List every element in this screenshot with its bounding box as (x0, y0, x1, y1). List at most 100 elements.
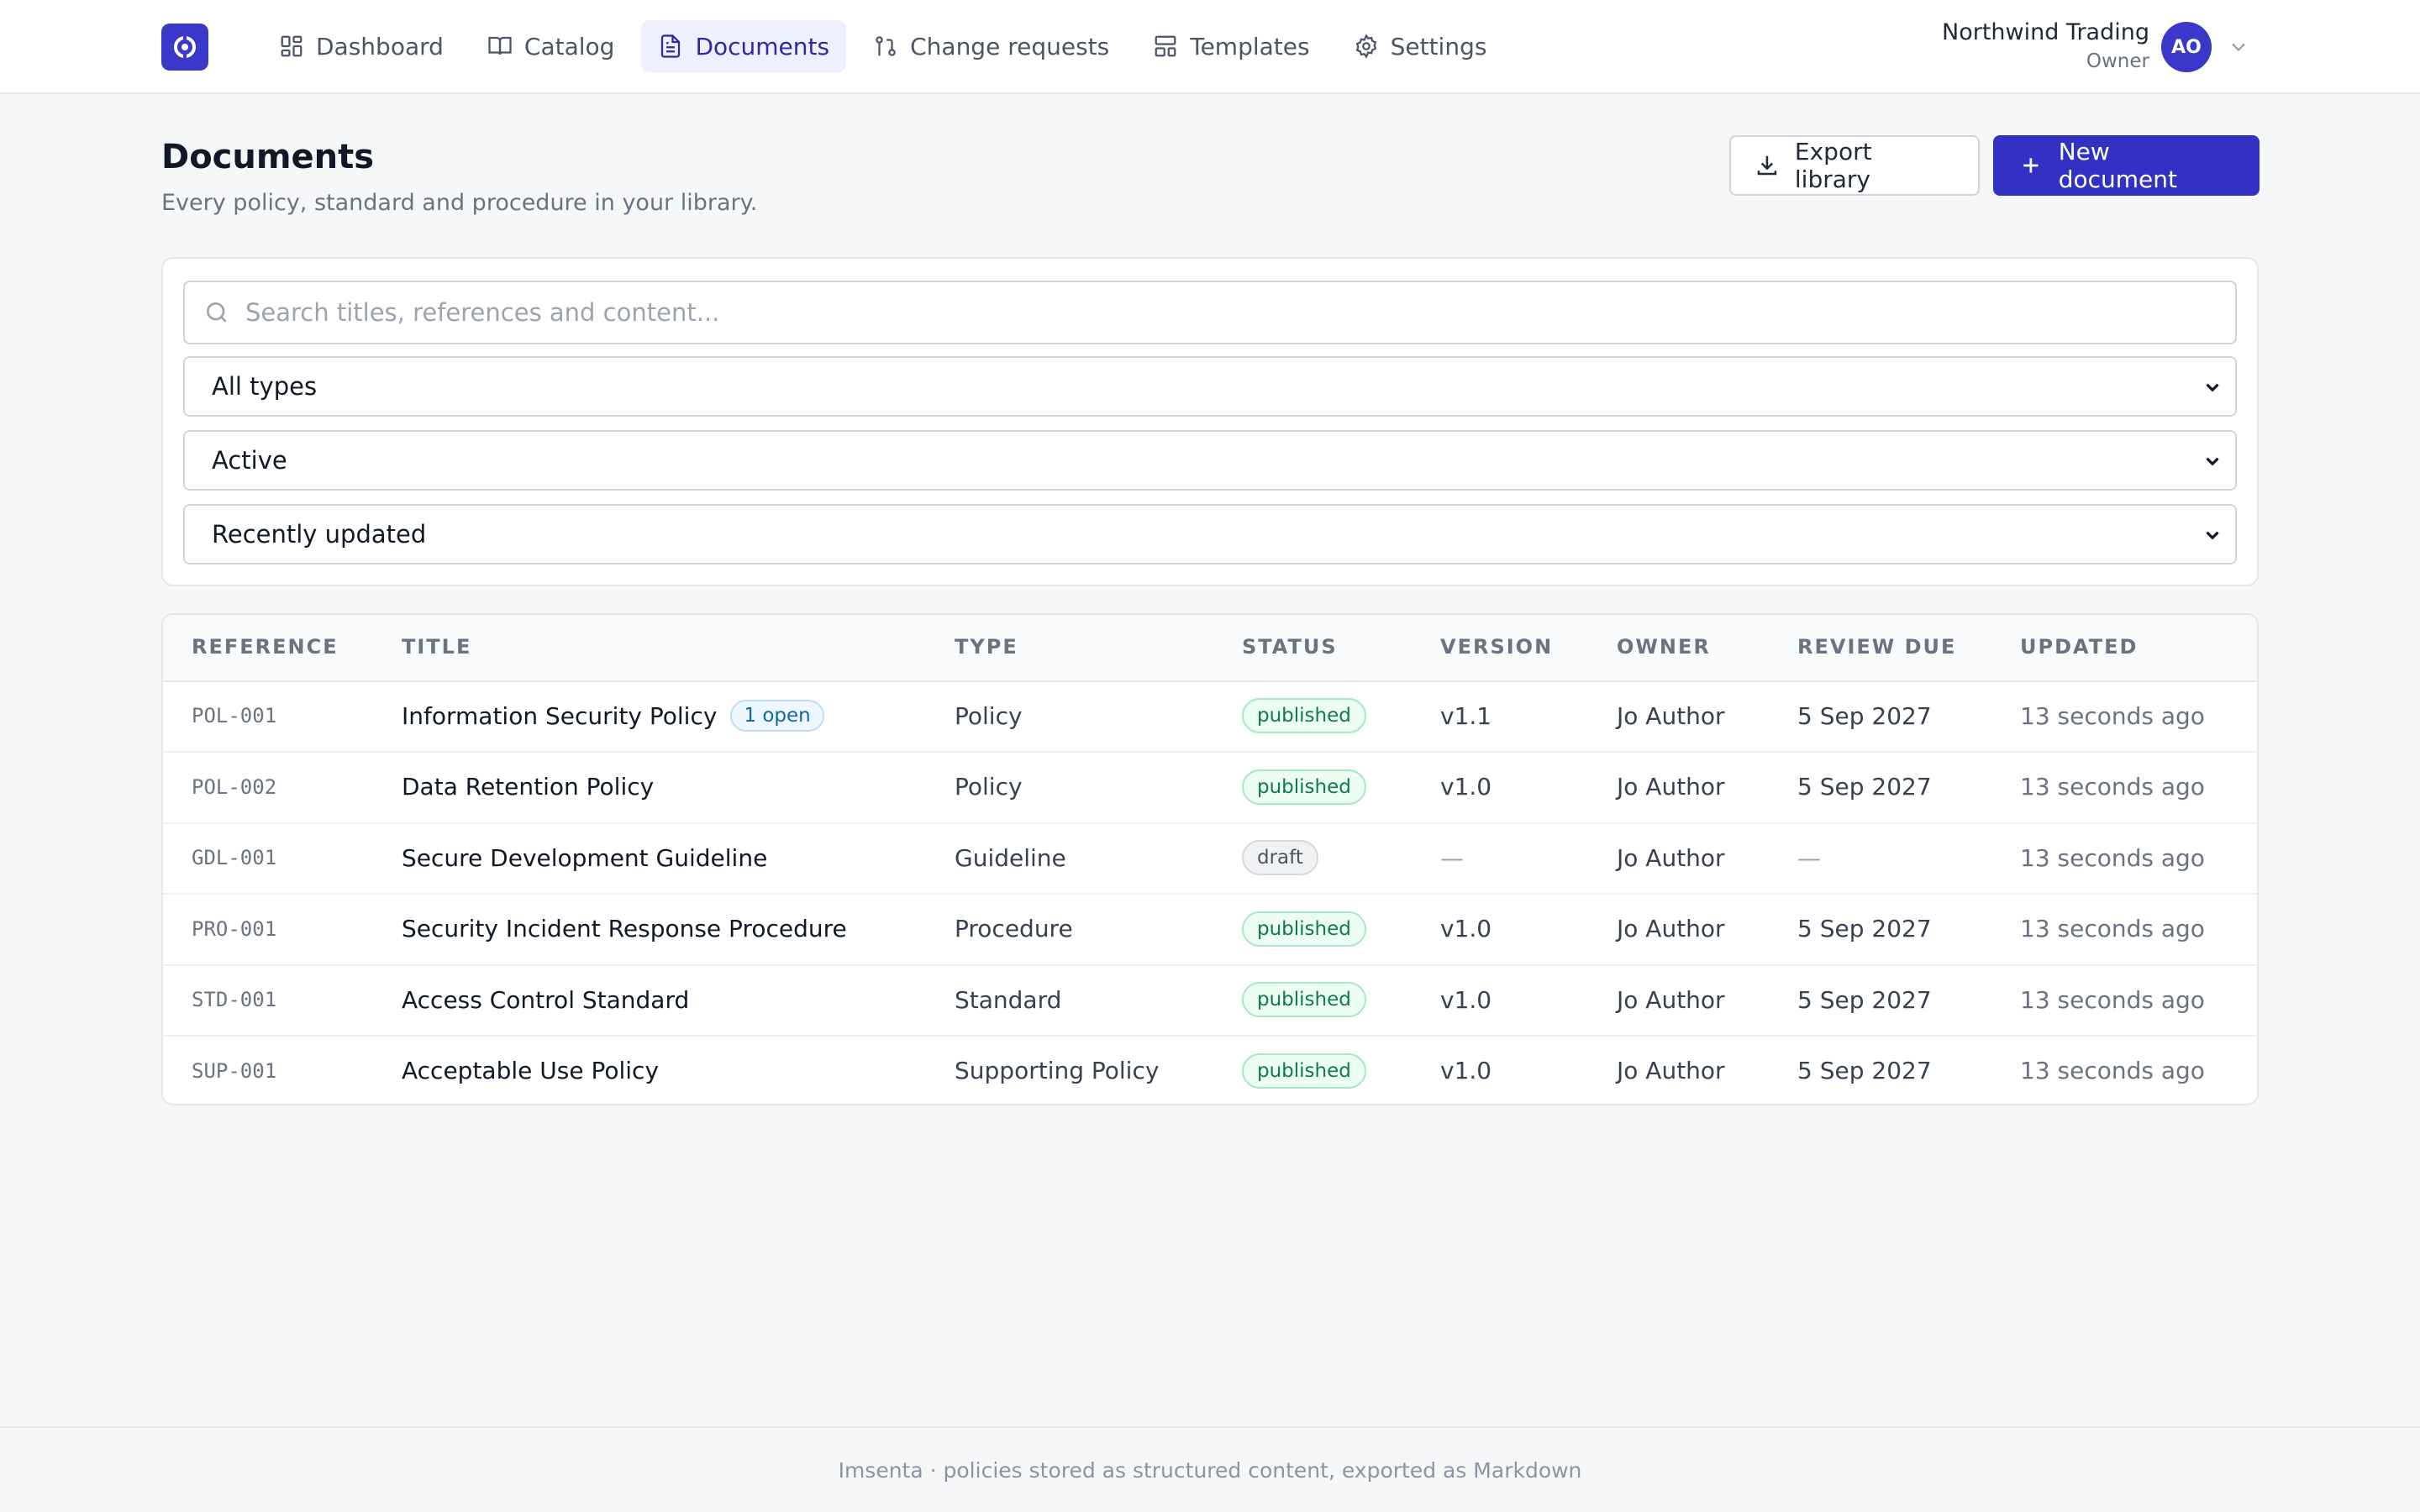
cell-updated: 13 seconds ago (2020, 1036, 2205, 1105)
footer-text: Imsenta · policies stored as structured … (838, 1457, 1582, 1483)
status-badge: published (1242, 680, 1366, 751)
cell-title[interactable]: Secure Development Guideline (402, 822, 767, 893)
cell-title-text: Data Retention Policy (402, 773, 655, 801)
avatar[interactable]: AO (2161, 22, 2212, 72)
book-icon (488, 36, 512, 55)
cell-title[interactable]: Acceptable Use Policy (402, 1036, 659, 1105)
status-badge: published (1242, 752, 1366, 822)
new-document-button[interactable]: New document (1993, 135, 2260, 196)
table-row[interactable]: SUP-001 Acceptable Use Policy Supporting P… (163, 1036, 2257, 1105)
table-row[interactable]: STD-001 Access Control Standard Standard pu… (163, 964, 2257, 1037)
cell-reference: STD-001 (192, 964, 276, 1035)
cell-owner-text: Jo Author (1617, 843, 1725, 872)
cell-owner-text: Jo Author (1617, 701, 1725, 730)
nav-item-settings[interactable]: Settings (1337, 20, 1504, 72)
open-change-request-badge[interactable]: 1 open (730, 700, 824, 732)
type-filter-select[interactable]: All types (183, 356, 2237, 417)
export-library-button[interactable]: Export library (1729, 135, 1980, 196)
table-row[interactable]: GDL-001 Secure Development Guideline Guide… (163, 822, 2257, 895)
cell-type: Supporting Policy (955, 1036, 1159, 1105)
column-header-owner[interactable]: OWNER (1617, 635, 1711, 659)
search-box[interactable] (183, 281, 2237, 344)
cell-version-text: v1.0 (1440, 773, 1492, 801)
table-row[interactable]: POL-001 Information Security Policy 1 open… (163, 680, 2257, 753)
filter-panel: All types Active Recently updated (161, 257, 2259, 586)
footer: Imsenta · policies stored as structured … (0, 1426, 2420, 1512)
cell-review-due: — (1797, 822, 1821, 893)
cell-title-text: Information Security Policy (402, 701, 718, 730)
cell-title[interactable]: Access Control Standard (402, 964, 689, 1035)
dashboard-icon (281, 35, 302, 57)
chevron-down-icon (2206, 383, 2219, 392)
cell-updated-text: 13 seconds ago (2020, 701, 2205, 730)
new-document-label: New document (2058, 138, 2177, 193)
table-header: REFERENCE TITLE TYPE STATUS VERSION OWNE… (163, 615, 2257, 682)
cell-type: Policy (955, 680, 1023, 751)
logo-icon (174, 34, 196, 60)
cell-owner: Jo Author (1617, 1036, 1725, 1105)
cell-version: v1.0 (1440, 752, 1491, 822)
cell-review-due-text: 5 Sep 2027 (1797, 701, 1932, 730)
cell-updated: 13 seconds ago (2020, 894, 2205, 964)
column-header-updated[interactable]: UPDATED (2020, 635, 2138, 659)
cell-title[interactable]: Information Security Policy 1 open (402, 680, 824, 751)
sort-select[interactable]: Recently updated (183, 504, 2237, 564)
app-logo[interactable] (161, 24, 208, 71)
cell-title[interactable]: Data Retention Policy (402, 752, 654, 822)
cell-reference: POL-002 (192, 752, 276, 822)
chevron-down-icon[interactable] (2227, 35, 2250, 59)
cell-owner: Jo Author (1617, 680, 1725, 751)
column-header-reference[interactable]: REFERENCE (192, 635, 339, 659)
cell-reference-text: GDL-001 (192, 846, 277, 869)
column-header-review-due[interactable]: REVIEW DUE (1797, 635, 1956, 659)
status-badge-text: published (1242, 769, 1366, 805)
column-header-title[interactable]: TITLE (402, 635, 471, 659)
column-header-status[interactable]: STATUS (1242, 635, 1338, 659)
account-info[interactable]: Northwind Trading Owner (1942, 17, 2149, 74)
page-subtitle: Every policy, standard and procedure in … (161, 190, 758, 216)
status-badge: published (1242, 894, 1366, 964)
column-header-type[interactable]: TYPE (955, 635, 1018, 659)
cell-type-text: Policy (955, 773, 1023, 801)
status-badge: published (1242, 1036, 1366, 1105)
top-navigation-bar: Dashboard Catalog Documents Change reque… (0, 0, 2420, 94)
cell-review-due-text: 5 Sep 2027 (1797, 915, 1932, 942)
nav-item-label: Settings (1390, 32, 1487, 60)
cell-review-due: 5 Sep 2027 (1797, 752, 1932, 822)
nav-item-documents[interactable]: Documents (641, 20, 847, 72)
search-input[interactable] (244, 297, 2235, 328)
status-filter-select[interactable]: Active (183, 430, 2237, 491)
cell-review-due: 5 Sep 2027 (1797, 894, 1932, 964)
cell-type: Standard (955, 964, 1061, 1035)
cell-updated-text: 13 seconds ago (2020, 843, 2205, 872)
column-header-version[interactable]: VERSION (1440, 635, 1553, 659)
cell-reference: PRO-001 (192, 894, 276, 964)
search-icon (207, 302, 227, 323)
gear-icon (1355, 34, 1376, 59)
cell-type-text: Guideline (955, 843, 1066, 872)
cell-owner: Jo Author (1617, 752, 1725, 822)
nav-item-dashboard[interactable]: Dashboard (262, 20, 460, 72)
cell-title[interactable]: Security Incident Response Procedure (402, 894, 847, 964)
nav-item-catalog[interactable]: Catalog (471, 20, 632, 72)
cell-type-text: Procedure (955, 915, 1073, 942)
nav-item-templates[interactable]: Templates (1136, 20, 1326, 72)
table-row[interactable]: PRO-001 Security Incident Response Proced… (163, 894, 2257, 966)
cell-updated: 13 seconds ago (2020, 964, 2205, 1035)
cell-version-text: v1.0 (1440, 985, 1492, 1014)
cell-version-text: v1.0 (1440, 1057, 1492, 1084)
table-row[interactable]: POL-002 Data Retention Policy Policy publis… (163, 752, 2257, 824)
chevron-down-icon (2206, 457, 2219, 466)
cell-type: Procedure (955, 894, 1073, 964)
nav-item-change-requests[interactable]: Change requests (856, 20, 1126, 72)
cell-review-due-text: 5 Sep 2027 (1797, 773, 1932, 801)
organization-name: Northwind Trading (1942, 19, 2149, 45)
cell-updated-text: 13 seconds ago (2020, 773, 2205, 801)
cell-reference-text: PRO-001 (192, 916, 277, 941)
cell-review-due-text: 5 Sep 2027 (1797, 985, 1932, 1014)
cell-updated: 13 seconds ago (2020, 680, 2205, 751)
status-badge: draft (1242, 822, 1318, 893)
cell-title-text: Access Control Standard (402, 985, 690, 1014)
cell-type: Policy (955, 752, 1023, 822)
nav-item-label: Templates (1190, 32, 1310, 60)
